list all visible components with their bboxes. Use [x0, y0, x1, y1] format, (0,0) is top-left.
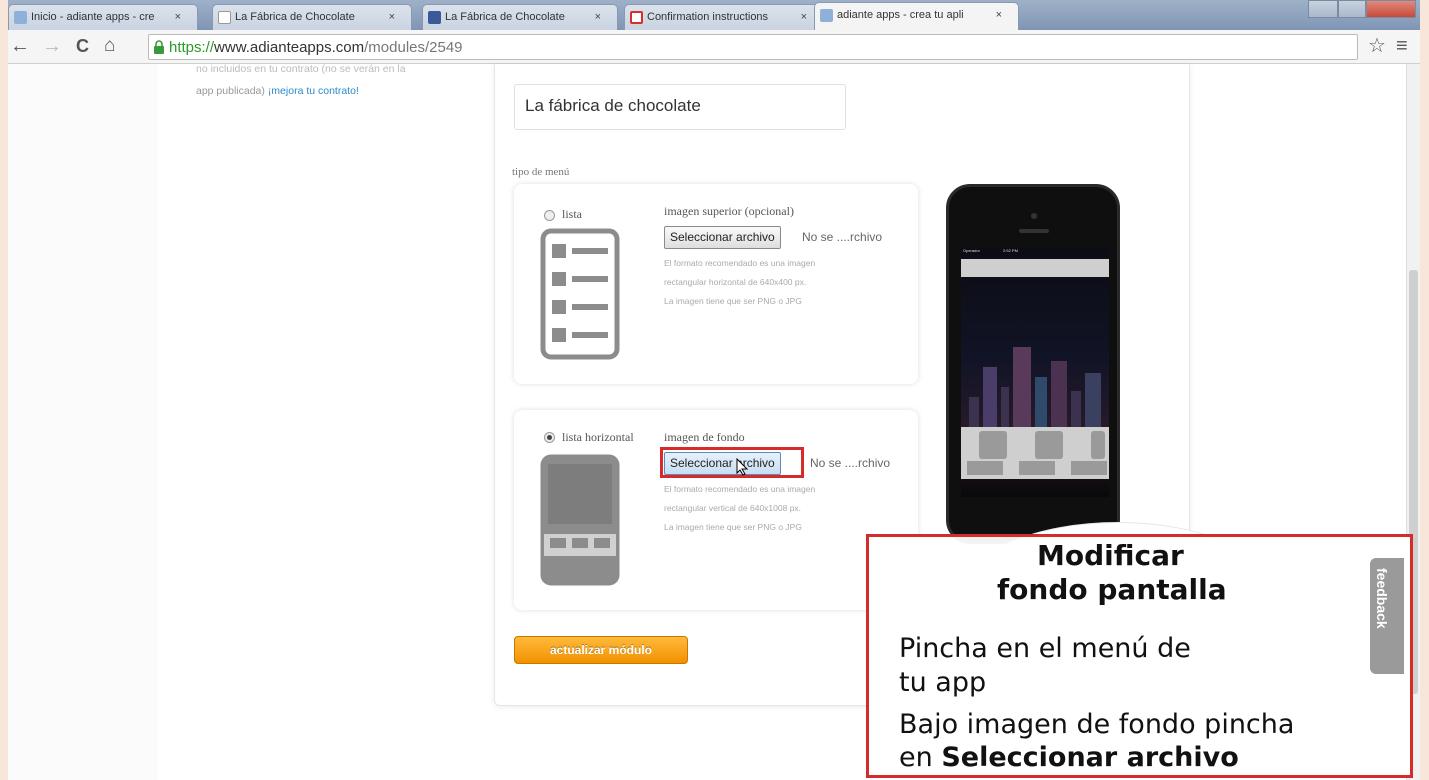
- tab-inicio[interactable]: Inicio - adiante apps - cre ×: [8, 4, 198, 30]
- close-window-button[interactable]: [1366, 0, 1416, 18]
- forward-icon[interactable]: →: [42, 35, 62, 57]
- callout-step1-line1: Pincha en el menú de: [899, 633, 1191, 664]
- contract-note-line2: app publicada) ¡mejora tu contrato!: [196, 80, 359, 102]
- phone-screen: Operador 2:52 PM: [961, 247, 1109, 497]
- carrier-text: Operador: [963, 248, 980, 253]
- back-icon[interactable]: ←: [10, 35, 30, 57]
- feedback-tab[interactable]: feedback: [1370, 558, 1404, 674]
- horizontal-list-layout-icon: [540, 454, 620, 586]
- phone-nav-bar: [961, 259, 1109, 277]
- page-favicon-icon: [218, 11, 231, 24]
- tab-fabrica-2[interactable]: La Fábrica de Chocolate ×: [422, 4, 618, 30]
- tab-label: adiante apps - crea tu apli: [837, 9, 964, 21]
- url-field[interactable]: https://www.adianteapps.com/modules/2549: [148, 34, 1358, 60]
- maximize-button[interactable]: [1338, 0, 1366, 18]
- callout-step1-line2: tu app: [899, 667, 987, 698]
- bookmark-star-icon[interactable]: ☆: [1368, 35, 1386, 57]
- menu-option-list-card: lista imagen superior (opcional) Selecci…: [514, 184, 918, 384]
- adiante-favicon-icon: [14, 11, 27, 24]
- no-file-text: No se ....rchivo: [802, 230, 883, 244]
- format-hint-2: rectangular horizontal de 640x400 px.: [664, 277, 807, 287]
- callout-step2-line1: Bajo imagen de fondo pincha: [899, 709, 1295, 740]
- callout-step2-line2: en Seleccionar archivo: [899, 742, 1239, 773]
- status-bar: Operador 2:52 PM: [961, 247, 1109, 255]
- adiante-favicon-icon: [820, 9, 833, 22]
- tab-fabrica-1[interactable]: La Fábrica de Chocolate ×: [212, 4, 412, 30]
- lock-icon: [154, 40, 164, 54]
- url-text: https://www.adianteapps.com/modules/2549: [169, 39, 463, 56]
- format-hint-2: rectangular vertical de 640x1008 px.: [664, 503, 802, 513]
- menu-option-horizontal-card: lista horizontal imagen de fondo Selecci…: [514, 410, 918, 610]
- horizontal-list-label: lista horizontal: [562, 430, 634, 444]
- contract-note-text: app publicada): [196, 85, 265, 97]
- format-hint-3: La imagen tiene que ser PNG o JPG: [664, 296, 802, 306]
- select-file-button-top-image[interactable]: Seleccionar archivo: [664, 226, 781, 249]
- background-image-label: imagen de fondo: [664, 430, 745, 444]
- upgrade-contract-link[interactable]: ¡mejora tu contrato!: [268, 85, 359, 97]
- callout-title-line2: fondo pantalla: [997, 573, 1227, 606]
- tab-confirmation[interactable]: Confirmation instructions ×: [624, 4, 824, 30]
- format-hint-3: La imagen tiene que ser PNG o JPG: [664, 522, 802, 532]
- vertical-list-layout-icon: [540, 228, 620, 360]
- app-title-input[interactable]: La fábrica de chocolate: [514, 84, 846, 130]
- update-module-button[interactable]: actualizar módulo: [514, 636, 688, 664]
- contract-note-line1: no incluidos en tu contrato (no se verán…: [196, 63, 406, 75]
- feedback-label: feedback: [1374, 568, 1390, 629]
- top-image-label: imagen superior (opcional): [664, 204, 794, 218]
- reload-icon[interactable]: C: [76, 35, 89, 57]
- speaker-icon: [1019, 229, 1049, 233]
- facebook-favicon-icon: [428, 11, 441, 24]
- horizontal-menu-strip: [961, 427, 1109, 479]
- tab-label: La Fábrica de Chocolate: [235, 11, 355, 23]
- tab-label: Inicio - adiante apps - cre: [31, 11, 155, 23]
- tab-label: Confirmation instructions: [647, 11, 769, 23]
- tab-adiante-active[interactable]: adiante apps - crea tu apli ×: [814, 2, 1019, 30]
- tutorial-callout: Modificar fondo pantalla Pincha en el me…: [866, 534, 1413, 778]
- format-hint-1: El formato recomendado es una imagen: [664, 484, 816, 494]
- gmail-favicon-icon: [630, 11, 643, 24]
- callout-title-line1: Modificar: [1037, 539, 1184, 572]
- list-radio[interactable]: [544, 210, 555, 221]
- list-label: lista: [562, 207, 582, 221]
- chrome-menu-icon[interactable]: ≡: [1396, 35, 1408, 57]
- tab-close-icon[interactable]: ×: [801, 5, 807, 29]
- tab-close-icon[interactable]: ×: [175, 5, 181, 29]
- highlight-box: [660, 447, 804, 478]
- mouse-cursor-icon: [736, 458, 748, 476]
- menu-type-label: tipo de menú: [512, 166, 570, 178]
- camera-icon: [1031, 213, 1037, 219]
- no-file-text: No se ....rchivo: [810, 456, 891, 470]
- tab-close-icon[interactable]: ×: [996, 3, 1002, 27]
- format-hint-1: El formato recomendado es una imagen: [664, 258, 816, 268]
- browser-window: Inicio - adiante apps - cre × La Fábrica…: [8, 0, 1420, 780]
- time-text: 2:52 PM: [1003, 248, 1018, 253]
- tab-close-icon[interactable]: ×: [595, 5, 601, 29]
- phone-preview: Operador 2:52 PM: [946, 184, 1120, 544]
- home-icon[interactable]: ⌂: [104, 35, 115, 57]
- tab-label: La Fábrica de Chocolate: [445, 11, 565, 23]
- tab-close-icon[interactable]: ×: [389, 5, 395, 29]
- left-column: [8, 64, 158, 780]
- tab-strip: Inicio - adiante apps - cre × La Fábrica…: [8, 0, 1420, 30]
- minimize-button[interactable]: [1308, 0, 1338, 18]
- horizontal-list-radio[interactable]: [544, 432, 555, 443]
